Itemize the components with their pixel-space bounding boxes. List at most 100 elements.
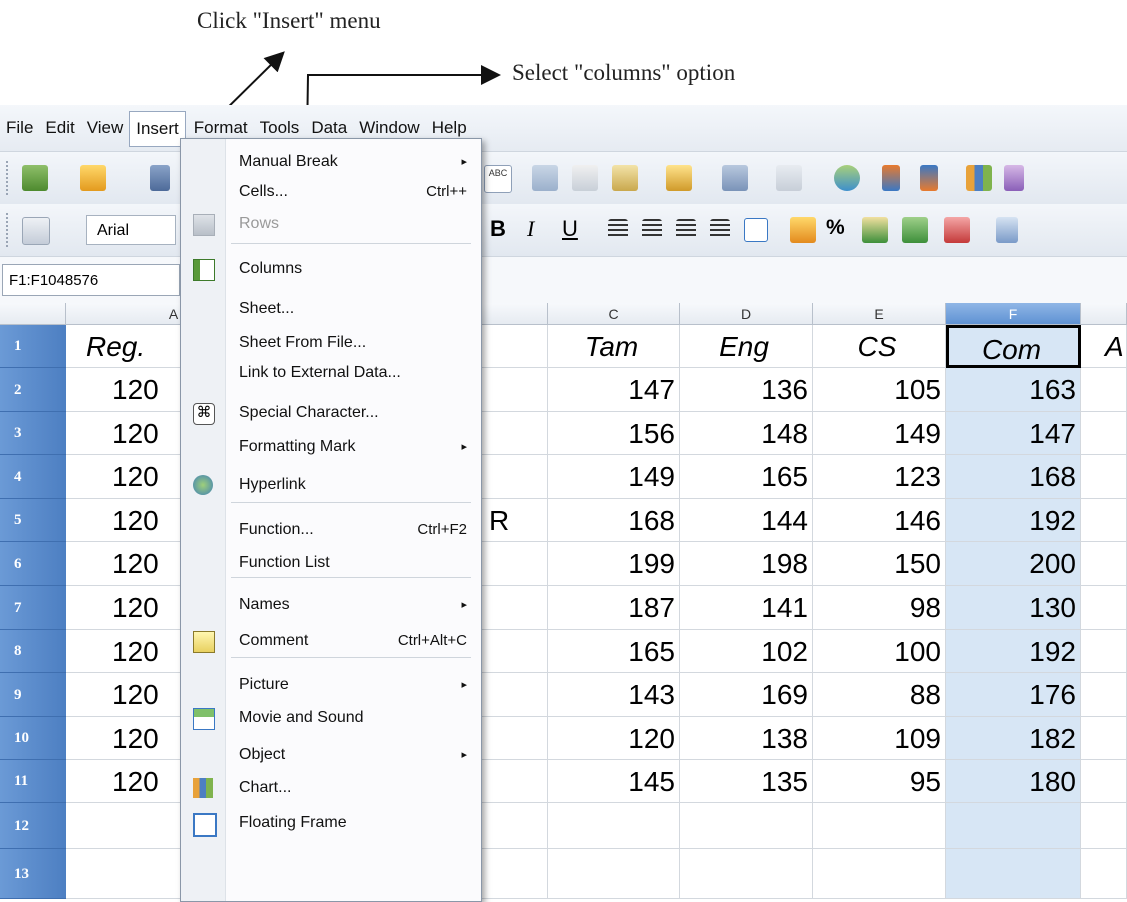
cell-c12[interactable] [548, 803, 680, 849]
cell-e13[interactable] [813, 849, 946, 899]
cell-c5[interactable]: 168 [548, 499, 680, 542]
cell-c7[interactable]: 187 [548, 586, 680, 630]
column-header-f[interactable]: F [946, 303, 1081, 325]
cell-e4[interactable]: 123 [813, 455, 946, 499]
menu-item-sheet-from-file[interactable]: Sheet From File... [225, 327, 481, 359]
cell-g7[interactable] [1081, 586, 1127, 630]
sort-descending-icon[interactable] [920, 165, 938, 191]
cell-d12[interactable] [680, 803, 813, 849]
menu-item-rows[interactable]: Rows [225, 208, 481, 240]
column-header-g[interactable] [1081, 303, 1127, 325]
justify-icon[interactable] [710, 219, 730, 239]
column-header-c[interactable]: C [548, 303, 680, 325]
copy-icon[interactable] [572, 165, 598, 191]
cell-f8[interactable]: 192 [946, 630, 1081, 673]
menu-item-hyperlink[interactable]: Hyperlink [225, 469, 481, 501]
cell-g11[interactable] [1081, 760, 1127, 803]
cell-f7[interactable]: 130 [946, 586, 1081, 630]
chart-icon[interactable] [966, 165, 992, 191]
spellcheck-icon[interactable]: ABC [484, 165, 512, 193]
row-header[interactable]: 1 [0, 325, 66, 368]
row-header[interactable]: 2 [0, 368, 66, 412]
menu-item-movie-and-sound[interactable]: Movie and Sound [225, 702, 481, 734]
cell-d10[interactable]: 138 [680, 717, 813, 760]
cell-e12[interactable] [813, 803, 946, 849]
cell-e3[interactable]: 149 [813, 412, 946, 455]
menu-item-object[interactable]: Object ▸ [225, 739, 481, 771]
align-left-icon[interactable] [608, 219, 628, 239]
decrease-indent-icon[interactable] [996, 217, 1018, 243]
cell-f6[interactable]: 200 [946, 542, 1081, 586]
menu-item-cells[interactable]: Cells... Ctrl++ [225, 176, 481, 208]
menu-file[interactable]: File [0, 111, 39, 145]
cell-d3[interactable]: 148 [680, 412, 813, 455]
cell-d6[interactable]: 198 [680, 542, 813, 586]
cell-c11[interactable]: 145 [548, 760, 680, 803]
cell-d1[interactable]: Eng [680, 325, 813, 368]
styles-formatting-icon[interactable] [22, 217, 50, 245]
cell-e7[interactable]: 98 [813, 586, 946, 630]
menu-item-function[interactable]: Function... Ctrl+F2 [225, 514, 481, 546]
cell-e6[interactable]: 150 [813, 542, 946, 586]
cell-c10[interactable]: 120 [548, 717, 680, 760]
delete-decimal-place-icon[interactable] [944, 217, 970, 243]
cell-c1[interactable]: Tam [548, 325, 680, 368]
cell-g8[interactable] [1081, 630, 1127, 673]
cell-c2[interactable]: 147 [548, 368, 680, 412]
cell-d7[interactable]: 141 [680, 586, 813, 630]
menu-item-manual-break[interactable]: Manual Break ▸ [225, 146, 481, 178]
cell-d8[interactable]: 102 [680, 630, 813, 673]
cell-g10[interactable] [1081, 717, 1127, 760]
cell-g6[interactable] [1081, 542, 1127, 586]
new-document-icon[interactable] [22, 165, 48, 191]
paste-icon[interactable] [612, 165, 638, 191]
column-header-e[interactable]: E [813, 303, 946, 325]
merge-cells-icon[interactable] [744, 218, 768, 242]
cell-f4[interactable]: 168 [946, 455, 1081, 499]
font-name-box[interactable]: Arial [86, 215, 176, 245]
undo-icon[interactable] [722, 165, 748, 191]
cell-f2[interactable]: 163 [946, 368, 1081, 412]
cell-c4[interactable]: 149 [548, 455, 680, 499]
menu-item-names[interactable]: Names ▸ [225, 589, 481, 621]
row-header[interactable]: 13 [0, 849, 66, 899]
spreadsheet-grid[interactable]: A B C D E F 1Reg.TamEngCSComA21201471361… [0, 303, 1127, 899]
cut-icon[interactable] [532, 165, 558, 191]
row-header[interactable]: 10 [0, 717, 66, 760]
toolbar-grip[interactable] [6, 161, 11, 195]
sort-ascending-icon[interactable] [882, 165, 900, 191]
cell-f1[interactable]: Com [946, 325, 1081, 368]
cell-d5[interactable]: 144 [680, 499, 813, 542]
cell-e11[interactable]: 95 [813, 760, 946, 803]
cell-g5[interactable] [1081, 499, 1127, 542]
cell-g4[interactable] [1081, 455, 1127, 499]
add-decimal-place-icon[interactable] [902, 217, 928, 243]
row-header[interactable]: 12 [0, 803, 66, 849]
row-header[interactable]: 8 [0, 630, 66, 673]
cell-e5[interactable]: 146 [813, 499, 946, 542]
cell-c3[interactable]: 156 [548, 412, 680, 455]
menu-insert[interactable]: Insert [129, 111, 186, 147]
menu-item-picture[interactable]: Picture ▸ [225, 669, 481, 701]
cell-c13[interactable] [548, 849, 680, 899]
select-all-corner[interactable] [0, 303, 66, 325]
cell-g3[interactable] [1081, 412, 1127, 455]
cell-e1[interactable]: CS [813, 325, 946, 368]
menu-item-special-character[interactable]: Special Character... [225, 397, 481, 429]
cell-e8[interactable]: 100 [813, 630, 946, 673]
align-right-icon[interactable] [676, 219, 696, 239]
cell-f10[interactable]: 182 [946, 717, 1081, 760]
number-format-standard-icon[interactable] [862, 217, 888, 243]
cell-e10[interactable]: 109 [813, 717, 946, 760]
percent-button[interactable]: % [826, 216, 845, 240]
menu-item-link-to-external-data[interactable]: Link to External Data... [225, 357, 481, 389]
cell-c8[interactable]: 165 [548, 630, 680, 673]
menu-item-floating-frame[interactable]: Floating Frame [225, 807, 481, 839]
menu-item-function-list[interactable]: Function List [225, 547, 481, 579]
menu-item-columns[interactable]: Columns [225, 253, 481, 285]
cell-f13[interactable] [946, 849, 1081, 899]
cell-d13[interactable] [680, 849, 813, 899]
cell-c6[interactable]: 199 [548, 542, 680, 586]
cell-f12[interactable] [946, 803, 1081, 849]
cell-g13[interactable] [1081, 849, 1127, 899]
